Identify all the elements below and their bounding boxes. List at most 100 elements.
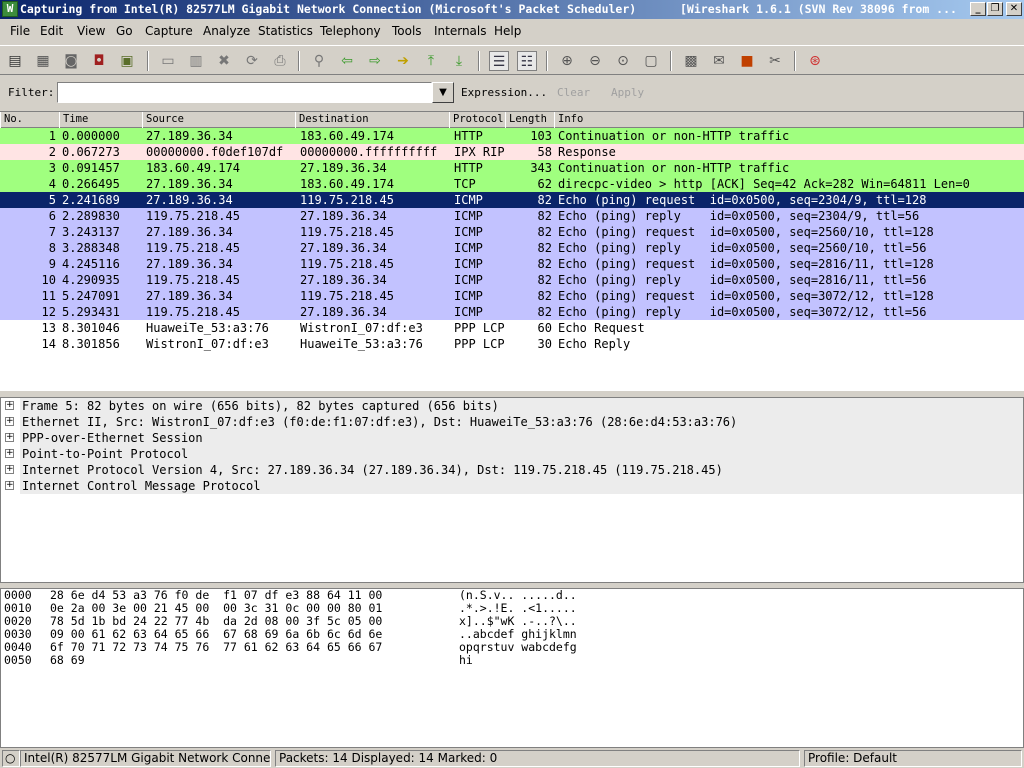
packet-row-selected[interactable]: 5 2.241689 27.189.36.34 119.75.218.45 IC… [0,192,1024,208]
go-first-packet-icon[interactable]: ⤒ [421,51,441,71]
close-file-icon[interactable]: ✖ [214,51,234,71]
expand-icon[interactable]: + [5,481,14,490]
status-packets: Packets: 14 Displayed: 14 Marked: 0 [275,750,800,767]
packet-no: 8 [48,241,56,255]
capture-options-icon[interactable]: ▦ [33,51,53,71]
packet-length: 82 [537,225,552,239]
column-header-source[interactable]: Source [142,112,296,128]
packet-row[interactable]: 9 4.245116 27.189.36.34 119.75.218.45 IC… [0,256,1024,272]
menu-go[interactable]: Go [116,24,133,38]
menu-analyze[interactable]: Analyze [203,24,250,38]
column-header-info[interactable]: Info [554,112,1024,128]
menu-internals[interactable]: Internals [434,24,487,38]
expand-icon[interactable]: + [5,465,14,474]
packet-no: 14 [41,337,56,351]
display-filters-icon[interactable]: ✉ [709,51,729,71]
menu-tools[interactable]: Tools [392,24,422,38]
packet-time: 5.247091 [62,289,120,303]
packet-no: 6 [48,209,56,223]
packet-list[interactable]: No. Time Source Destination Protocol Len… [0,111,1024,391]
packet-row[interactable]: 3 0.091457 183.60.49.174 27.189.36.34 HT… [0,160,1024,176]
zoom-out-icon[interactable]: ⊖ [585,51,605,71]
column-header-length[interactable]: Length [505,112,555,128]
detail-ipv4-row[interactable]: + Internet Protocol Version 4, Src: 27.1… [3,462,1023,478]
auto-scroll-icon[interactable]: ☷ [517,51,537,71]
apply-button[interactable]: Apply [611,86,644,99]
column-header-no[interactable]: No. [0,112,60,128]
packet-list-header: No. Time Source Destination Protocol Len… [0,112,1024,128]
title-bar[interactable]: W Capturing from Intel(R) 82577LM Gigabi… [0,0,1024,19]
packet-row[interactable]: 7 3.243137 27.189.36.34 119.75.218.45 IC… [0,224,1024,240]
column-header-time[interactable]: Time [59,112,143,128]
packet-row[interactable]: 13 8.301046 HuaweiTe_53:a3:76 WistronI_0… [0,320,1024,336]
menu-edit[interactable]: Edit [40,24,63,38]
packet-info: Continuation or non-HTTP traffic [558,161,790,175]
packet-details[interactable]: + Frame 5: 82 bytes on wire (656 bits), … [0,397,1024,583]
status-profile[interactable]: Profile: Default [804,750,1022,767]
detail-ppp-row[interactable]: + Point-to-Point Protocol [3,446,1023,462]
print-icon[interactable]: ⎙ [270,51,290,71]
packet-length: 60 [537,321,552,335]
menu-capture[interactable]: Capture [145,24,193,38]
packet-time: 0.091457 [62,161,120,175]
restore-button[interactable]: ❐ [987,2,1003,16]
help-icon[interactable]: ⊛ [805,51,825,71]
detail-text: Point-to-Point Protocol [20,446,1023,462]
minimize-button[interactable]: _ [970,2,986,16]
detail-pppoe-row[interactable]: + PPP-over-Ethernet Session [3,430,1023,446]
save-file-icon[interactable]: ▥ [186,51,206,71]
expert-info-icon[interactable]: ○ [2,750,20,767]
open-file-icon[interactable]: ▭ [158,51,178,71]
stop-capture-icon[interactable]: ◘ [89,51,109,71]
close-button[interactable]: ✕ [1006,2,1022,16]
resize-columns-icon[interactable]: ▢ [641,51,661,71]
go-back-icon[interactable]: ⇦ [337,51,357,71]
go-to-packet-icon[interactable]: ➔ [393,51,413,71]
capture-filters-icon[interactable]: ▩ [681,51,701,71]
expand-icon[interactable]: + [5,449,14,458]
packet-no: 1 [48,129,56,143]
menu-statistics[interactable]: Statistics [258,24,313,38]
menu-help[interactable]: Help [494,24,521,38]
preferences-icon[interactable]: ✂ [765,51,785,71]
menu-view[interactable]: View [77,24,105,38]
packet-row[interactable]: 10 4.290935 119.75.218.45 27.189.36.34 I… [0,272,1024,288]
find-packet-icon[interactable]: ⚲ [309,51,329,71]
packet-info: Echo (ping) reply id=0x0500, seq=3072/12… [558,305,927,319]
coloring-rules-icon[interactable]: ■ [737,51,757,71]
packet-bytes[interactable]: 0000 28 6e d4 53 a3 76 f0 de f1 07 df e3… [0,588,1024,748]
packet-destination: 183.60.49.174 [300,129,394,143]
menu-telephony[interactable]: Telephony [320,24,381,38]
detail-icmp-row[interactable]: + Internet Control Message Protocol [3,478,1023,494]
packet-row[interactable]: 6 2.289830 119.75.218.45 27.189.36.34 IC… [0,208,1024,224]
packet-row[interactable]: 14 8.301856 WistronI_07:df:e3 HuaweiTe_5… [0,336,1024,352]
column-header-protocol[interactable]: Protocol [449,112,506,128]
filter-dropdown-icon[interactable]: ▼ [432,82,454,103]
reload-icon[interactable]: ⟳ [242,51,262,71]
packet-row[interactable]: 11 5.247091 27.189.36.34 119.75.218.45 I… [0,288,1024,304]
expand-icon[interactable]: + [5,417,14,426]
go-last-packet-icon[interactable]: ⤓ [449,51,469,71]
restart-capture-icon[interactable]: ▣ [117,51,137,71]
packet-row[interactable]: 2 0.067273 00000000.f0def107df 00000000.… [0,144,1024,160]
expression-button[interactable]: Expression... [461,86,547,99]
expand-icon[interactable]: + [5,433,14,442]
packet-row[interactable]: 8 3.288348 119.75.218.45 27.189.36.34 IC… [0,240,1024,256]
detail-ethernet-row[interactable]: + Ethernet II, Src: WistronI_07:df:e3 (f… [3,414,1023,430]
colorize-icon[interactable]: ☰ [489,51,509,71]
go-forward-icon[interactable]: ⇨ [365,51,385,71]
normal-size-icon[interactable]: ⊙ [613,51,633,71]
column-header-destination[interactable]: Destination [295,112,450,128]
expand-icon[interactable]: + [5,401,14,410]
wireshark-app-icon[interactable]: W [2,1,18,17]
filter-input[interactable] [57,82,432,103]
start-capture-icon[interactable]: ◙ [61,51,81,71]
clear-button[interactable]: Clear [557,86,590,99]
zoom-in-icon[interactable]: ⊕ [557,51,577,71]
menu-file[interactable]: File [10,24,30,38]
packet-row[interactable]: 12 5.293431 119.75.218.45 27.189.36.34 I… [0,304,1024,320]
packet-row[interactable]: 1 0.000000 27.189.36.34 183.60.49.174 HT… [0,128,1024,144]
interfaces-list-icon[interactable]: ▤ [5,51,25,71]
packet-row[interactable]: 4 0.266495 27.189.36.34 183.60.49.174 TC… [0,176,1024,192]
detail-frame-row[interactable]: + Frame 5: 82 bytes on wire (656 bits), … [3,398,1023,414]
